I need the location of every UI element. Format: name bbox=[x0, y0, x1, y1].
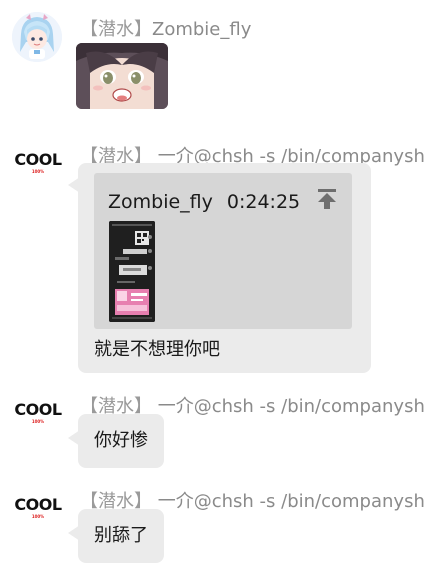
cool-avatar[interactable]: COOL 100% bbox=[14, 496, 62, 526]
cool-avatar-text: COOL bbox=[14, 495, 62, 514]
message-4: COOL 100% 【潜水】 一介@chsh -s /bin/companysh… bbox=[0, 0, 434, 575]
cool-avatar-subtext: 100% bbox=[31, 514, 45, 519]
text-bubble[interactable]: 别舔了 bbox=[68, 509, 164, 563]
sender-name: 一介@chsh -s /bin/companysh bbox=[157, 491, 425, 512]
